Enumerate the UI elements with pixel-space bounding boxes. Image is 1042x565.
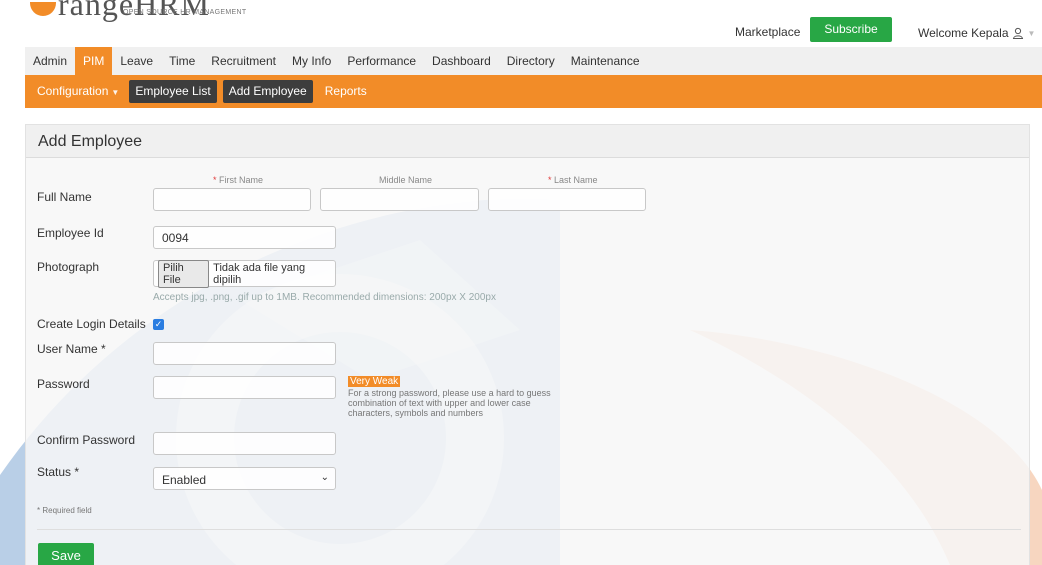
confirm-password-input[interactable] xyxy=(153,432,336,455)
photograph-hint: Accepts jpg, .png, .gif up to 1MB. Recom… xyxy=(153,292,496,303)
create-login-checkbox[interactable]: ✓ xyxy=(153,319,164,330)
file-status-text: Tidak ada file yang dipilih xyxy=(213,261,306,286)
employee-id-label: Employee Id xyxy=(37,226,104,240)
configuration-label: Configuration xyxy=(37,84,109,98)
middle-name-input[interactable] xyxy=(320,188,479,211)
employee-id-input[interactable]: 0094 xyxy=(153,226,336,249)
welcome-user-menu[interactable]: Welcome Kepala ▼ xyxy=(918,26,1035,40)
status-label: Status * xyxy=(37,465,80,479)
subscribe-button[interactable]: Subscribe xyxy=(810,17,892,42)
password-help-text: For a strong password, please use a hard… xyxy=(348,388,551,418)
marketplace-link[interactable]: Marketplace xyxy=(735,25,800,39)
checkmark-icon: ✓ xyxy=(154,319,163,329)
photograph-label: Photograph xyxy=(37,260,100,274)
welcome-text: Welcome Kepala xyxy=(918,26,1009,40)
last-name-caption-text: Last Name xyxy=(554,175,598,185)
menu-item-leave[interactable]: Leave xyxy=(112,47,161,75)
menu-item-admin[interactable]: Admin xyxy=(25,47,75,75)
menu-item-time[interactable]: Time xyxy=(161,47,203,75)
first-name-caption: * First Name xyxy=(213,175,263,185)
menu-item-my-info[interactable]: My Info xyxy=(284,47,339,75)
sub-item-reports[interactable]: Reports xyxy=(319,80,373,103)
full-name-label: Full Name xyxy=(37,190,92,204)
first-name-input[interactable] xyxy=(153,188,311,211)
sub-item-employee-list[interactable]: Employee List xyxy=(129,80,217,103)
password-label: Password xyxy=(37,377,90,391)
main-menu: Admin PIM Leave Time Recruitment My Info… xyxy=(25,47,1042,75)
menu-item-maintenance[interactable]: Maintenance xyxy=(563,47,648,75)
last-name-input[interactable] xyxy=(488,188,646,211)
menu-item-dashboard[interactable]: Dashboard xyxy=(424,47,499,75)
choose-file-button[interactable]: Pilih File xyxy=(158,259,210,288)
sub-item-configuration[interactable]: Configuration ▼ xyxy=(31,80,125,103)
user-icon xyxy=(1012,27,1023,39)
username-label: User Name * xyxy=(37,342,106,356)
chevron-down-icon: ▼ xyxy=(111,88,120,97)
menu-item-performance[interactable]: Performance xyxy=(339,47,424,75)
top-header: rangeHRM OPEN SOURCE HR MANAGEMENT Marke… xyxy=(0,0,1042,46)
pim-sub-menu: Configuration ▼ Employee List Add Employe… xyxy=(25,75,1042,108)
create-login-label: Create Login Details xyxy=(37,317,146,331)
password-input[interactable] xyxy=(153,376,336,399)
logo-tagline: OPEN SOURCE HR MANAGEMENT xyxy=(123,9,247,16)
first-name-caption-text: First Name xyxy=(219,175,264,185)
chevron-down-icon: ⌄ xyxy=(320,472,329,483)
form-divider xyxy=(37,529,1021,530)
photograph-file-input[interactable]: Pilih File Tidak ada file yang dipilih xyxy=(153,259,336,288)
status-selected-value: Enabled xyxy=(162,473,207,487)
username-input[interactable] xyxy=(153,342,336,365)
sub-item-add-employee[interactable]: Add Employee xyxy=(222,80,313,103)
confirm-password-label: Confirm Password xyxy=(37,433,136,447)
menu-item-directory[interactable]: Directory xyxy=(499,47,563,75)
status-select[interactable]: Enabled ⌄ xyxy=(153,467,336,490)
password-strength-badge: Very Weak xyxy=(348,376,401,387)
orangehrm-logo[interactable]: rangeHRM OPEN SOURCE HR MANAGEMENT xyxy=(30,0,270,28)
chevron-down-icon: ▼ xyxy=(1027,28,1036,38)
required-field-note: * Required field xyxy=(37,506,92,515)
menu-item-pim[interactable]: PIM xyxy=(75,47,113,75)
logo-mark-icon xyxy=(30,2,56,16)
last-name-caption: * Last Name xyxy=(548,175,598,185)
save-button[interactable]: Save xyxy=(38,543,94,565)
page-title: Add Employee xyxy=(26,125,1029,158)
middle-name-caption: Middle Name xyxy=(379,175,433,185)
menu-item-recruitment[interactable]: Recruitment xyxy=(203,47,284,75)
page-root: rangeHRM OPEN SOURCE HR MANAGEMENT Marke… xyxy=(0,0,1042,565)
